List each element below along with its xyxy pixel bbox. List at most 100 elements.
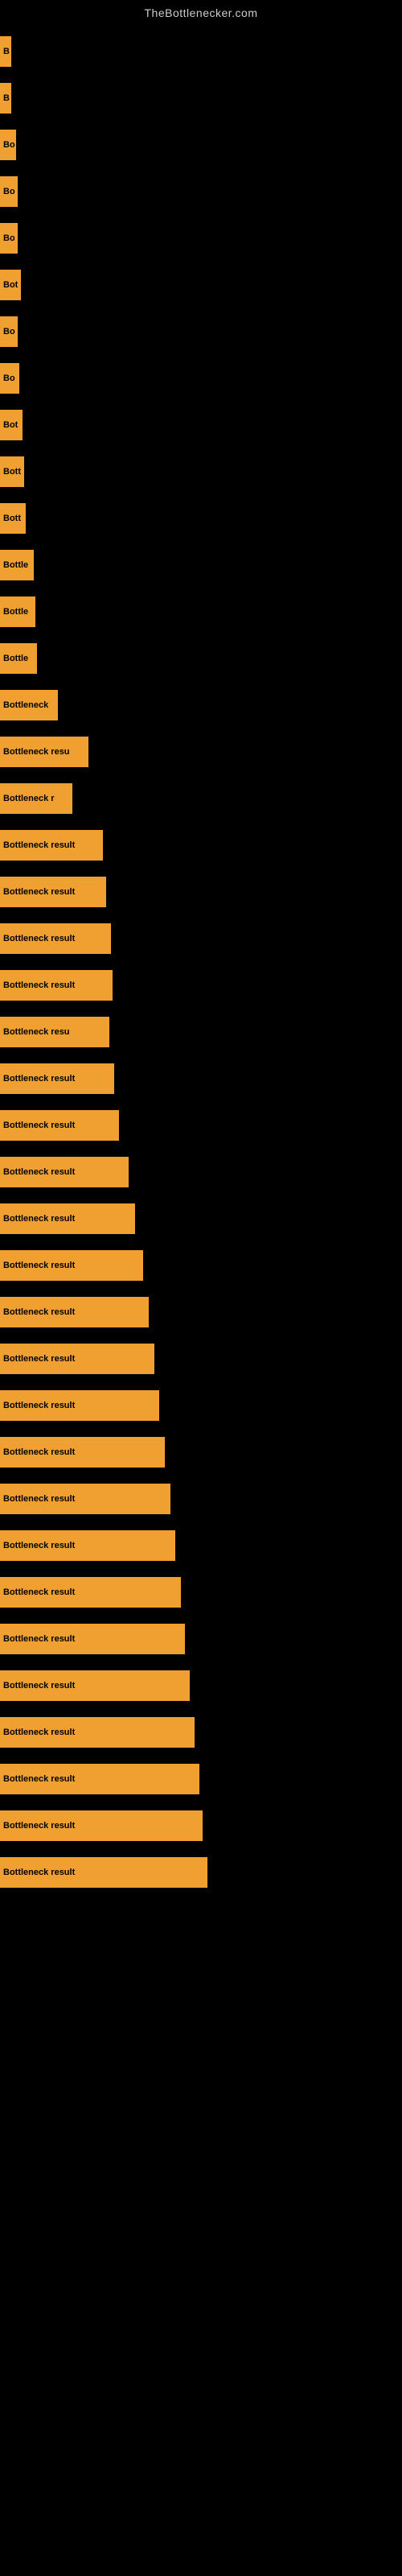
bar-label-22: Bottleneck result — [3, 1074, 75, 1084]
bar-label-15: Bottleneck resu — [3, 747, 70, 757]
bar-row: Bottle — [0, 544, 402, 586]
bar-label-26: Bottleneck result — [3, 1261, 75, 1270]
bar-row: Bottleneck result — [0, 1618, 402, 1660]
bar-row: Bottleneck resu — [0, 731, 402, 773]
bar-row: Bottleneck result — [0, 1758, 402, 1800]
bar-14: Bottleneck — [0, 690, 58, 720]
bar-row: Bottleneck result — [0, 1104, 402, 1146]
bar-label-3: Bo — [3, 187, 15, 196]
bar-label-5: Bot — [3, 280, 18, 290]
bar-row: Bo — [0, 357, 402, 399]
bar-38: Bottleneck result — [0, 1810, 203, 1841]
bar-label-28: Bottleneck result — [3, 1354, 75, 1364]
bar-label-13: Bottle — [3, 654, 28, 663]
bar-37: Bottleneck result — [0, 1764, 199, 1794]
bar-row: Bottleneck result — [0, 1245, 402, 1286]
bar-36: Bottleneck result — [0, 1717, 195, 1748]
bar-2: Bo — [0, 130, 16, 160]
bar-row: Bottle — [0, 591, 402, 633]
bar-26: Bottleneck result — [0, 1250, 143, 1281]
bar-33: Bottleneck result — [0, 1577, 181, 1608]
bar-row: Bo — [0, 217, 402, 259]
bar-6: Bo — [0, 316, 18, 347]
bar-18: Bottleneck result — [0, 877, 106, 907]
bar-label-34: Bottleneck result — [3, 1634, 75, 1644]
bar-row: Bottleneck result — [0, 1571, 402, 1613]
bar-row: Bottleneck result — [0, 1665, 402, 1707]
bar-row: Bottleneck result — [0, 1338, 402, 1380]
site-title: TheBottlenecker.com — [0, 0, 402, 23]
bar-19: Bottleneck result — [0, 923, 111, 954]
bar-16: Bottleneck r — [0, 783, 72, 814]
bar-row: Bottleneck r — [0, 778, 402, 819]
bar-39: Bottleneck result — [0, 1857, 207, 1888]
bar-32: Bottleneck result — [0, 1530, 175, 1561]
bar-row: Bottleneck result — [0, 1151, 402, 1193]
bar-label-25: Bottleneck result — [3, 1214, 75, 1224]
bar-label-18: Bottleneck result — [3, 887, 75, 897]
bar-label-16: Bottleneck r — [3, 794, 55, 803]
bar-row: Bottleneck result — [0, 1431, 402, 1473]
bar-label-30: Bottleneck result — [3, 1447, 75, 1457]
bar-row: Bottleneck result — [0, 824, 402, 866]
bar-row: B — [0, 77, 402, 119]
bar-8: Bot — [0, 410, 23, 440]
bar-row: Bott — [0, 497, 402, 539]
bar-label-21: Bottleneck resu — [3, 1027, 70, 1037]
bar-11: Bottle — [0, 550, 34, 580]
bar-label-36: Bottleneck result — [3, 1728, 75, 1737]
bar-row: Bottleneck result — [0, 1805, 402, 1847]
bar-row: Bottleneck result — [0, 1478, 402, 1520]
bar-1: B — [0, 83, 11, 114]
bar-row: Bo — [0, 171, 402, 213]
bar-label-12: Bottle — [3, 607, 28, 617]
bar-label-6: Bo — [3, 327, 15, 336]
bar-label-19: Bottleneck result — [3, 934, 75, 943]
bar-13: Bottle — [0, 643, 37, 674]
bar-row: Bottleneck result — [0, 1852, 402, 1893]
bar-row: Bottleneck result — [0, 918, 402, 960]
bar-17: Bottleneck result — [0, 830, 103, 861]
bar-22: Bottleneck result — [0, 1063, 114, 1094]
bar-row: Bottleneck result — [0, 871, 402, 913]
bar-label-24: Bottleneck result — [3, 1167, 75, 1177]
bar-label-37: Bottleneck result — [3, 1774, 75, 1784]
bar-row: Bottleneck — [0, 684, 402, 726]
bar-row: Bo — [0, 124, 402, 166]
bar-label-7: Bo — [3, 374, 15, 383]
bar-label-20: Bottleneck result — [3, 980, 75, 990]
bar-3: Bo — [0, 176, 18, 207]
bar-21: Bottleneck resu — [0, 1017, 109, 1047]
bar-row: Bottleneck result — [0, 1525, 402, 1567]
bar-row: Bottleneck result — [0, 1385, 402, 1426]
bar-12: Bottle — [0, 597, 35, 627]
bar-row: Bottleneck result — [0, 964, 402, 1006]
bar-28: Bottleneck result — [0, 1344, 154, 1374]
bar-row: Bot — [0, 404, 402, 446]
bar-row: Bottleneck result — [0, 1198, 402, 1240]
bar-4: Bo — [0, 223, 18, 254]
bar-label-17: Bottleneck result — [3, 840, 75, 850]
bar-34: Bottleneck result — [0, 1624, 185, 1654]
bars-container: B B Bo Bo Bo Bot Bo Bo Bot Bott Bott Bottle Bottle Bo… — [0, 23, 402, 1906]
bar-label-32: Bottleneck result — [3, 1541, 75, 1550]
bar-label-4: Bo — [3, 233, 15, 243]
bar-label-39: Bottleneck result — [3, 1868, 75, 1877]
bar-9: Bott — [0, 456, 24, 487]
bar-29: Bottleneck result — [0, 1390, 159, 1421]
bar-31: Bottleneck result — [0, 1484, 170, 1514]
bar-row: Bottle — [0, 638, 402, 679]
bar-row: Bott — [0, 451, 402, 493]
bar-30: Bottleneck result — [0, 1437, 165, 1468]
bar-label-11: Bottle — [3, 560, 28, 570]
bar-label-23: Bottleneck result — [3, 1121, 75, 1130]
bar-row: B — [0, 31, 402, 72]
bar-row: Bot — [0, 264, 402, 306]
bar-24: Bottleneck result — [0, 1157, 129, 1187]
bar-label-8: Bot — [3, 420, 18, 430]
bar-label-29: Bottleneck result — [3, 1401, 75, 1410]
bar-15: Bottleneck resu — [0, 737, 88, 767]
bar-label-2: Bo — [3, 140, 15, 150]
bar-label-1: B — [3, 93, 10, 103]
bar-label-33: Bottleneck result — [3, 1587, 75, 1597]
